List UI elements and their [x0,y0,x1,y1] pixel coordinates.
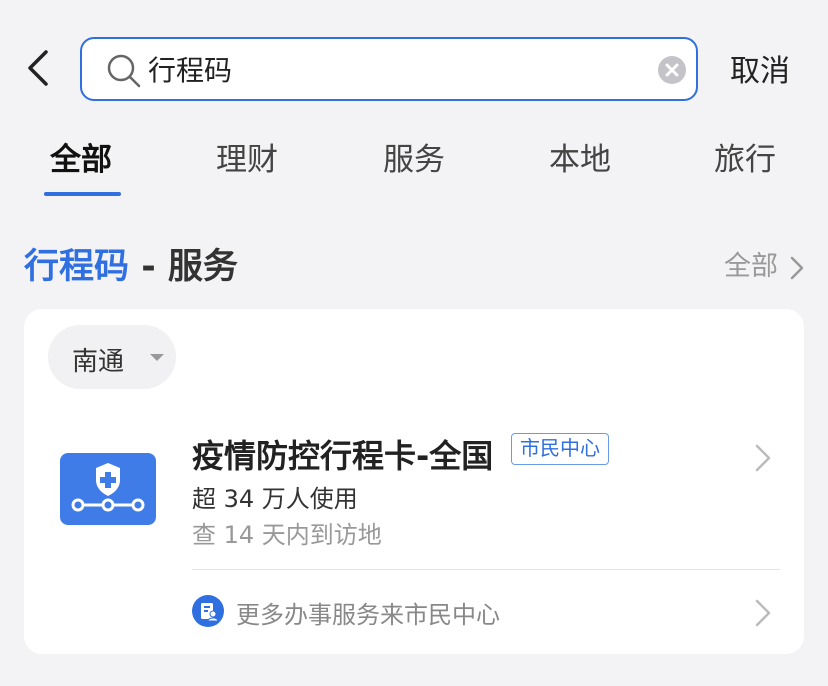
section-suffix: - 服务 [129,247,238,287]
section-title: 行程码 - 服务 [24,238,238,289]
tab-finance[interactable]: 理财 [216,134,278,179]
active-tab-indicator [44,192,121,196]
more-services-link[interactable]: 更多办事服务来市民中心 [192,593,782,633]
service-card: 南通 疫情防控行程卡-全国 市民中心 超 34 万人使用 查 14 天内到访地 [24,309,804,654]
tab-local[interactable]: 本地 [549,134,611,179]
city-selector[interactable]: 南通 [48,325,176,389]
service-title: 疫情防控行程卡-全国 [192,437,494,475]
see-all-link[interactable]: 全部 [724,244,805,283]
see-all-label: 全部 [724,251,778,282]
search-box[interactable] [80,37,698,101]
chevron-right-icon [755,444,771,472]
service-item[interactable]: 疫情防控行程卡-全国 市民中心 超 34 万人使用 查 14 天内到访地 [24,419,804,569]
cancel-button[interactable]: 取消 [730,46,790,90]
back-button[interactable] [20,44,60,92]
search-icon [107,54,141,88]
shield-route-icon [60,453,156,525]
tab-travel[interactable]: 旅行 [714,134,776,179]
search-input[interactable] [148,47,628,91]
provider-badge: 市民中心 [511,433,609,465]
tab-services[interactable]: 服务 [383,134,445,179]
chevron-right-icon [790,256,803,279]
category-tabs: 全部 理财 服务 本地 旅行 [0,126,828,196]
search-header: 取消 [0,0,828,120]
divider [192,569,780,570]
usage-count: 超 34 万人使用 [192,485,358,513]
chevron-right-icon [755,599,771,627]
document-user-icon [192,595,224,627]
close-icon [665,63,679,77]
section-keyword: 行程码 [24,247,130,287]
clear-search-button[interactable] [658,56,686,84]
service-description: 查 14 天内到访地 [192,521,382,549]
city-label: 南通 [72,347,125,377]
caret-down-icon [150,354,164,361]
chevron-left-icon [28,50,48,86]
more-services-label: 更多办事服务来市民中心 [236,601,500,629]
tab-all[interactable]: 全部 [50,134,112,179]
